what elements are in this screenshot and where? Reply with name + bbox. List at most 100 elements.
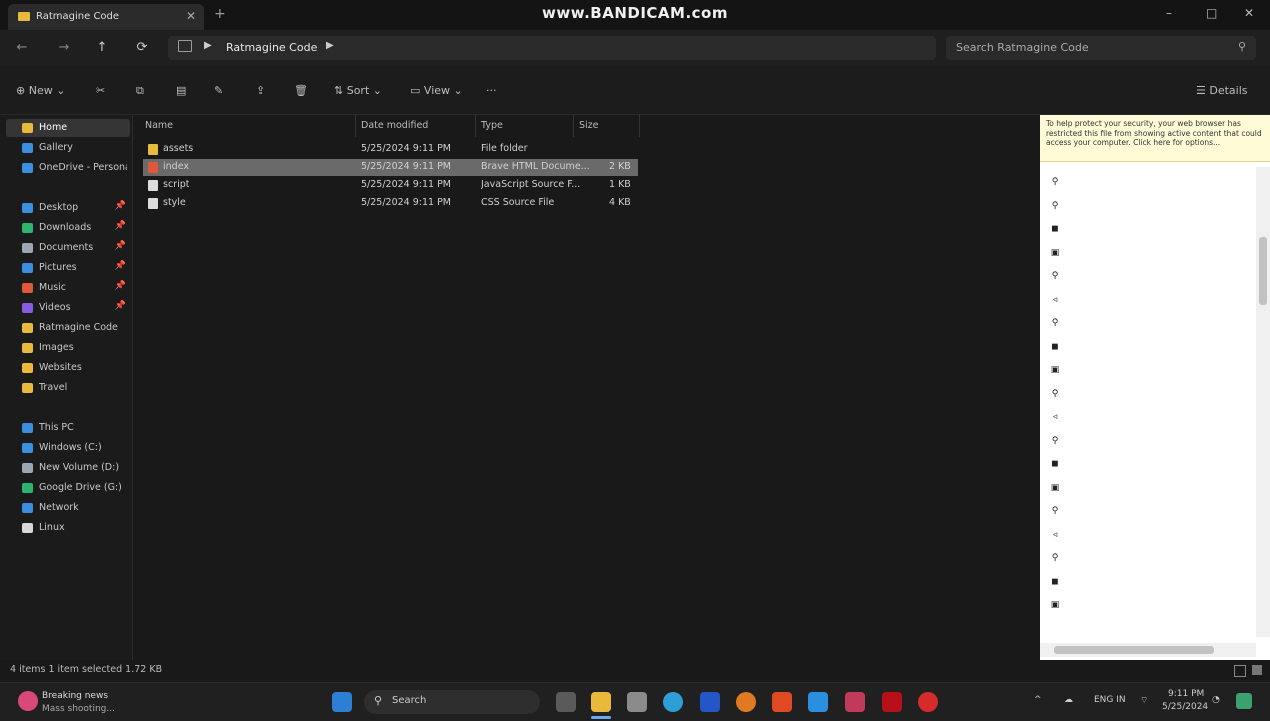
column-header-name[interactable]: Name bbox=[145, 120, 173, 131]
start-menu-icon[interactable] bbox=[332, 692, 352, 712]
sidebar-item[interactable]: This PC bbox=[6, 419, 130, 437]
column-divider[interactable] bbox=[355, 115, 356, 137]
desktop-icon bbox=[22, 203, 33, 213]
pc-icon bbox=[22, 423, 33, 433]
scrollbar-thumb[interactable] bbox=[1054, 646, 1214, 654]
column-header-type[interactable]: Type bbox=[481, 120, 503, 131]
sort-button[interactable]: ⇅ Sort ⌄ bbox=[334, 84, 382, 97]
network-tray-icon[interactable]: ⌔ bbox=[1140, 695, 1148, 706]
sidebar-item[interactable]: OneDrive - Personal bbox=[6, 159, 130, 177]
tray-date[interactable]: 5/25/2024 bbox=[1162, 702, 1208, 712]
pin-icon: 📌 bbox=[114, 301, 126, 311]
address-bar[interactable]: ▶ Ratmagine Code ▶ bbox=[168, 36, 936, 60]
back-button[interactable]: ← bbox=[12, 40, 32, 55]
system-tray: ^ ☁ ENG IN ⌔ 9:11 PM 5/25/2024 ◔ bbox=[1030, 687, 1270, 717]
file-explorer-icon[interactable] bbox=[591, 692, 611, 712]
sidebar-item[interactable]: New Volume (D:) bbox=[6, 459, 130, 477]
rename-icon[interactable]: ✎ bbox=[214, 84, 223, 97]
drive-icon bbox=[22, 443, 33, 453]
chevron-right-icon[interactable]: ▶ bbox=[326, 40, 334, 51]
tray-chevron[interactable]: ^ bbox=[1034, 695, 1042, 705]
scrollbar-thumb[interactable] bbox=[1259, 237, 1267, 305]
column-header-size[interactable]: Size bbox=[579, 120, 599, 131]
file-row[interactable]: script 5/25/2024 9:11 PM JavaScript Source… bbox=[143, 177, 638, 194]
details-label: Details bbox=[1209, 84, 1248, 97]
share-icon[interactable]: ⇪ bbox=[256, 84, 265, 97]
file-row[interactable]: style 5/25/2024 9:11 PM CSS Source File 4 K… bbox=[143, 195, 638, 212]
column-divider[interactable] bbox=[639, 115, 640, 137]
news-subline: Mass shooting... bbox=[42, 704, 115, 714]
notifications-icon[interactable]: ◔ bbox=[1212, 695, 1220, 705]
app-l-icon[interactable] bbox=[700, 692, 720, 712]
paste-icon[interactable]: ▤ bbox=[176, 84, 186, 97]
sidebar-item[interactable]: Websites bbox=[6, 359, 130, 377]
horizontal-scrollbar[interactable] bbox=[1040, 643, 1256, 657]
preview-element-icon: ◃ bbox=[1052, 529, 1058, 540]
search-box[interactable]: Search Ratmagine Code ⚲ bbox=[946, 36, 1256, 60]
more-options-button[interactable]: ··· bbox=[486, 84, 497, 97]
sidebar-item[interactable]: Desktop 📌 bbox=[6, 199, 130, 217]
vscode-icon[interactable] bbox=[808, 692, 828, 712]
sidebar-item[interactable]: Documents 📌 bbox=[6, 239, 130, 257]
bandicam-icon[interactable] bbox=[918, 692, 938, 712]
sidebar-item[interactable]: Travel bbox=[6, 379, 130, 397]
sidebar-item-label: Images bbox=[39, 342, 74, 353]
file-row[interactable]: assets 5/25/2024 9:11 PM File folder bbox=[143, 141, 638, 158]
sidebar-item[interactable]: Linux bbox=[6, 519, 130, 537]
sidebar-item-label: Home bbox=[39, 122, 68, 133]
forward-button[interactable]: → bbox=[54, 40, 74, 55]
file-list: Name Date modified Type Size assets 5/25/… bbox=[133, 115, 1038, 660]
maximize-button[interactable]: □ bbox=[1206, 6, 1217, 20]
folder-icon bbox=[22, 383, 33, 393]
delete-icon[interactable]: 🗑 bbox=[294, 84, 308, 97]
sidebar-item[interactable]: Network bbox=[6, 499, 130, 517]
up-button[interactable]: ↑ bbox=[92, 40, 112, 55]
sidebar-item[interactable]: Ratmagine Code bbox=[6, 319, 130, 337]
search-icon: ⚲ bbox=[1237, 40, 1246, 53]
file-type: Brave HTML Docume... bbox=[481, 161, 590, 172]
close-window-button[interactable]: ✕ bbox=[1244, 6, 1254, 20]
task-view-icon[interactable] bbox=[556, 692, 576, 712]
file-row[interactable]: index 5/25/2024 9:11 PM Brave HTML Docume.… bbox=[143, 159, 638, 176]
new-button[interactable]: ⊕ New ⌄ bbox=[16, 84, 65, 97]
column-divider[interactable] bbox=[475, 115, 476, 137]
copilot-icon[interactable] bbox=[1236, 693, 1252, 709]
sidebar-item[interactable]: Home bbox=[6, 119, 130, 137]
sidebar-item[interactable]: Music 📌 bbox=[6, 279, 130, 297]
sidebar-item[interactable]: Downloads 📌 bbox=[6, 219, 130, 237]
preview-element-icon: ⚲ bbox=[1051, 271, 1059, 281]
column-divider[interactable] bbox=[573, 115, 574, 137]
tray-lang[interactable]: ENG IN bbox=[1094, 695, 1126, 705]
copy-icon[interactable]: ⧉ bbox=[136, 84, 144, 98]
sidebar-item[interactable]: Images bbox=[6, 339, 130, 357]
app-p-icon[interactable] bbox=[845, 692, 865, 712]
view-button[interactable]: ▭ View ⌄ bbox=[410, 84, 463, 97]
details-view-icon[interactable] bbox=[1234, 665, 1246, 677]
tiles-view-icon[interactable] bbox=[1252, 665, 1262, 675]
tray-time[interactable]: 9:11 PM bbox=[1168, 689, 1204, 699]
preview-element-icon: ⚲ bbox=[1051, 435, 1059, 446]
column-header-date[interactable]: Date modified bbox=[361, 120, 428, 131]
minimize-button[interactable]: – bbox=[1166, 6, 1172, 20]
sidebar-item[interactable]: Gallery bbox=[6, 139, 130, 157]
edge-icon[interactable] bbox=[663, 692, 683, 712]
onedrive-tray-icon[interactable]: ☁ bbox=[1064, 695, 1073, 705]
breadcrumb[interactable]: Ratmagine Code bbox=[226, 41, 317, 54]
sidebar-item[interactable]: Google Drive (G:) bbox=[6, 479, 130, 497]
netflix-icon[interactable] bbox=[882, 692, 902, 712]
sidebar-item[interactable]: Videos 📌 bbox=[6, 299, 130, 317]
sidebar-item[interactable]: Pictures 📌 bbox=[6, 259, 130, 277]
details-button[interactable]: ☰ Details bbox=[1196, 84, 1248, 97]
taskbar-search[interactable]: ⚲ Search bbox=[364, 690, 540, 714]
pin-icon: 📌 bbox=[114, 221, 126, 231]
firefox-icon[interactable] bbox=[736, 692, 756, 712]
sidebar-item[interactable]: Windows (C:) bbox=[6, 439, 130, 457]
store-icon[interactable] bbox=[627, 692, 647, 712]
brave-icon[interactable] bbox=[772, 692, 792, 712]
file-size: 4 KB bbox=[609, 197, 631, 208]
security-info-bar[interactable]: To help protect your security, your web … bbox=[1040, 115, 1270, 162]
chevron-down-icon: ⌄ bbox=[372, 84, 382, 97]
cut-icon[interactable]: ✂ bbox=[96, 84, 105, 97]
refresh-button[interactable]: ⟳ bbox=[132, 40, 152, 55]
vertical-scrollbar[interactable] bbox=[1256, 167, 1270, 637]
